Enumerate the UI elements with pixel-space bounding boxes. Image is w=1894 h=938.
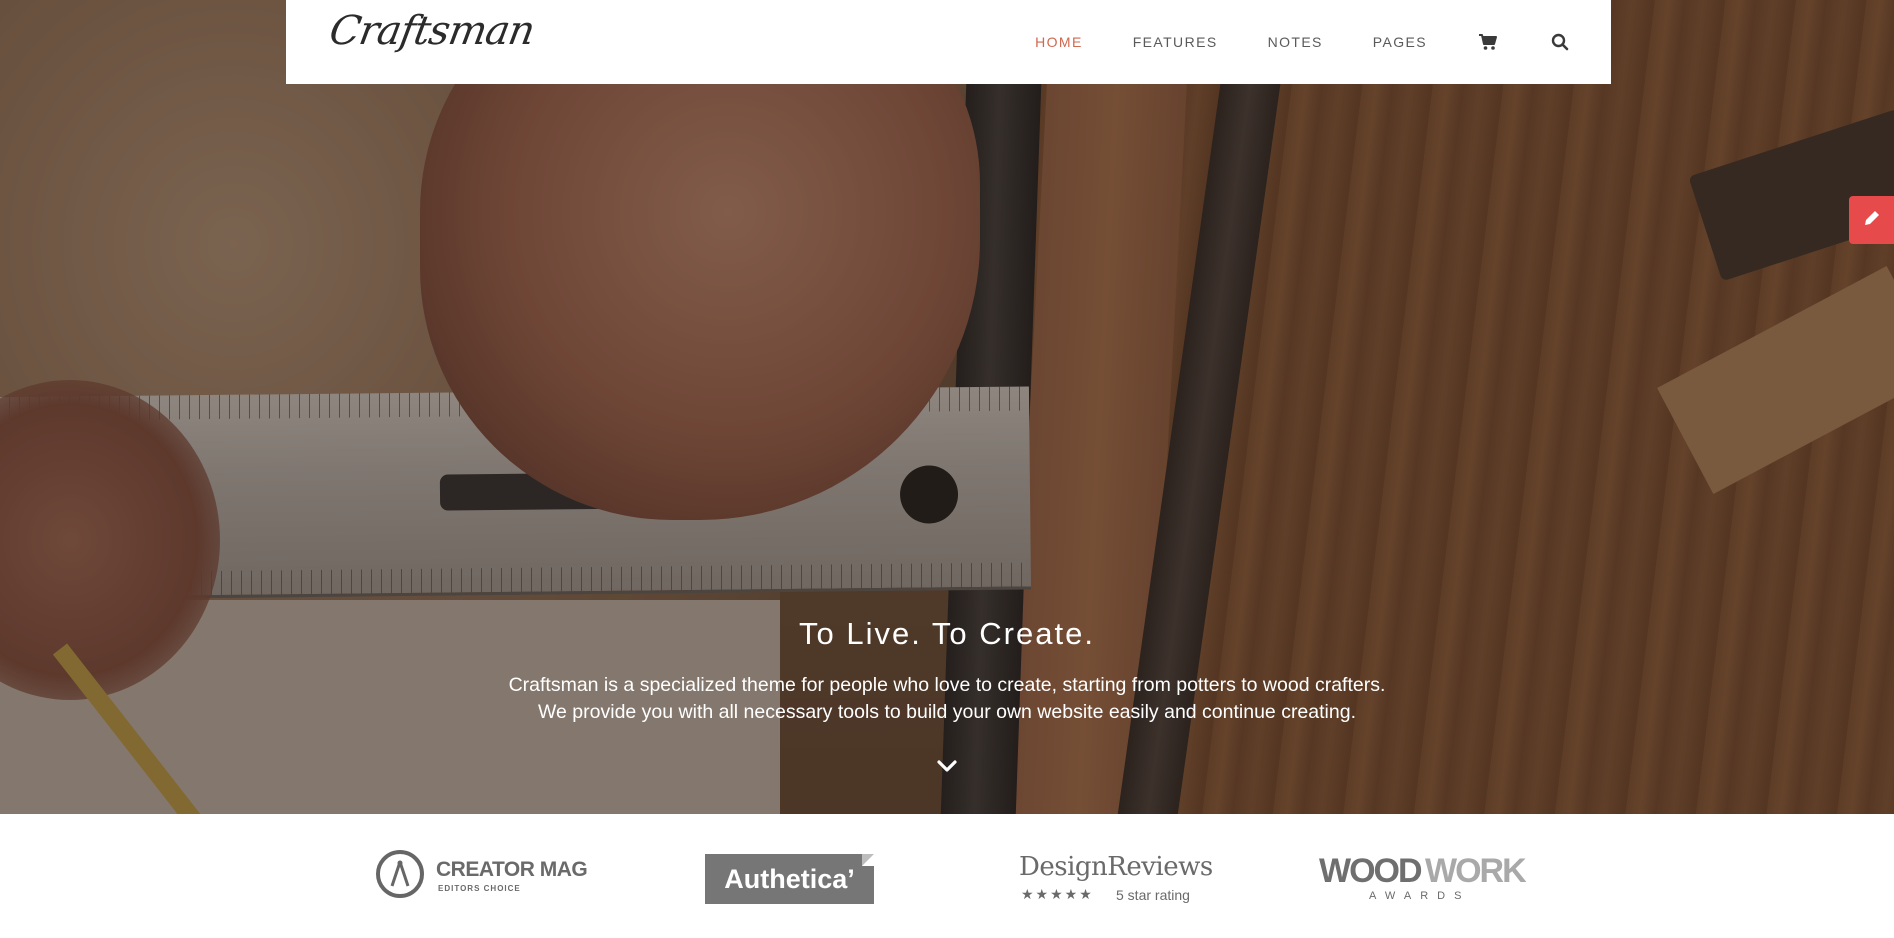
hero-title: To Live. To Create. — [799, 616, 1095, 651]
nav-pages[interactable]: PAGES — [1373, 34, 1427, 50]
woodwork-work-text: WORK — [1425, 852, 1527, 890]
creator-mag-logo-icon — [376, 850, 424, 898]
woodwork-wood-text: WOOD — [1319, 852, 1423, 890]
shopping-cart-icon[interactable] — [1477, 31, 1499, 53]
chevron-down-icon[interactable] — [935, 754, 959, 778]
site-logo[interactable]: Craftsman — [326, 8, 538, 54]
edit-button[interactable] — [1849, 196, 1894, 244]
hero-subtitle-line-2: We provide you with all necessary tools … — [537, 701, 1356, 723]
hero-section: To Live. To Create. Craftsman is a speci… — [0, 0, 1894, 814]
star-rating-icon: ★★★★★ — [1021, 886, 1094, 902]
navbar: Craftsman HOME FEATURES NOTES PAGES — [286, 0, 1611, 84]
search-icon[interactable] — [1549, 31, 1571, 53]
main-nav: HOME FEATURES NOTES PAGES — [985, 0, 1571, 84]
hero-subtitle-line-1: Craftsman is a specialized theme for peo… — [508, 674, 1386, 696]
woodwork-awards-text: AWARDS — [1369, 890, 1471, 902]
design-reviews-name: DesignReviews — [1019, 852, 1213, 882]
design-reviews-rating: 5 star rating — [1116, 887, 1190, 903]
press-badges: CREATOR MAG EDITORS CHOICE Authetica’ De… — [0, 814, 1894, 938]
nav-home[interactable]: HOME — [1035, 34, 1083, 50]
hero-subtitle: Craftsman is a specialized theme for peo… — [0, 672, 1894, 726]
nav-notes[interactable]: NOTES — [1268, 34, 1323, 50]
creator-mag-subtitle: EDITORS CHOICE — [438, 884, 521, 893]
authetica-name: Authetica’ — [705, 854, 874, 904]
nav-features[interactable]: FEATURES — [1133, 34, 1218, 50]
creator-mag-name: CREATOR MAG — [436, 858, 588, 881]
pencil-icon — [1862, 208, 1882, 233]
authetica-corner — [862, 854, 874, 866]
